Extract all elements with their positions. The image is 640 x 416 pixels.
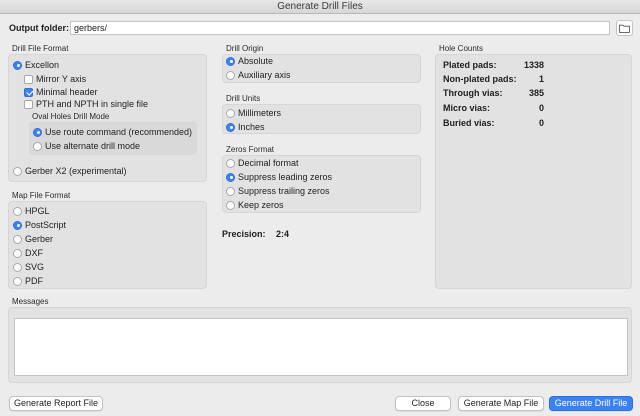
alternate-drill-radio[interactable]: Use alternate drill mode: [33, 140, 140, 152]
drill-units-inches-radio[interactable]: Inches: [226, 121, 265, 133]
checkbox-unchecked-icon: [24, 74, 33, 84]
gerber-x2-radio[interactable]: Gerber X2 (experimental): [13, 165, 127, 177]
radio-unselected-icon: [226, 158, 235, 168]
output-folder-input[interactable]: gerbers/: [70, 21, 610, 35]
generate-report-button[interactable]: Generate Report File: [9, 396, 103, 411]
zeros-decimal-radio[interactable]: Decimal format: [226, 157, 299, 169]
map-format-gerber-radio[interactable]: Gerber: [13, 233, 53, 245]
radio-unselected-icon: [13, 248, 22, 258]
radio-selected-icon: [13, 60, 22, 70]
oval-holes-title: Oval Holes Drill Mode: [32, 112, 110, 121]
radio-unselected-icon: [226, 70, 235, 80]
checkbox-unchecked-icon: [24, 99, 33, 109]
radio-unselected-icon: [33, 141, 42, 151]
hole-counts-title: Hole Counts: [439, 44, 484, 53]
radio-unselected-icon: [226, 200, 235, 210]
hole-count-row: Buried vias: 0: [443, 118, 544, 128]
zeros-keep-radio[interactable]: Keep zeros: [226, 199, 284, 211]
output-folder-label: Output folder:: [9, 23, 69, 33]
zeros-format-title: Zeros Format: [226, 145, 275, 154]
precision-label: Precision:: [222, 229, 266, 239]
hole-count-row: Micro vias: 0: [443, 103, 544, 113]
hole-count-row: Non-plated pads: 1: [443, 74, 544, 84]
map-format-svg-radio[interactable]: SVG: [13, 261, 44, 273]
map-format-postscript-radio[interactable]: PostScript: [13, 219, 66, 231]
generate-map-button[interactable]: Generate Map File: [458, 396, 544, 411]
pth-npth-checkbox[interactable]: PTH and NPTH in single file: [24, 98, 148, 110]
radio-unselected-icon: [13, 262, 22, 272]
radio-unselected-icon: [13, 234, 22, 244]
radio-selected-icon: [33, 127, 42, 137]
precision-value: 2:4: [276, 229, 290, 239]
folder-icon: [619, 24, 630, 33]
generate-drill-button[interactable]: Generate Drill File: [549, 396, 633, 411]
browse-folder-button[interactable]: [616, 20, 633, 36]
drill-file-format-title: Drill File Format: [12, 44, 69, 53]
map-format-hpgl-radio[interactable]: HPGL: [13, 205, 50, 217]
radio-unselected-icon: [13, 206, 22, 216]
route-command-radio[interactable]: Use route command (recommended): [33, 126, 192, 138]
radio-selected-icon: [226, 56, 235, 66]
map-file-format-title: Map File Format: [12, 191, 71, 200]
window-title: Generate Drill Files: [0, 0, 640, 14]
mirror-y-checkbox[interactable]: Mirror Y axis: [24, 73, 86, 85]
map-format-dxf-radio[interactable]: DXF: [13, 247, 43, 259]
excellon-radio[interactable]: Excellon: [13, 59, 59, 71]
zeros-suppress-trailing-radio[interactable]: Suppress trailing zeros: [226, 185, 330, 197]
radio-unselected-icon: [13, 166, 22, 176]
map-format-pdf-radio[interactable]: PDF: [13, 275, 43, 287]
radio-selected-icon: [226, 122, 235, 132]
drill-origin-auxiliary-radio[interactable]: Auxiliary axis: [226, 69, 291, 81]
zeros-suppress-leading-radio[interactable]: Suppress leading zeros: [226, 171, 332, 183]
drill-origin-absolute-radio[interactable]: Absolute: [226, 55, 273, 67]
hole-count-row: Plated pads: 1338: [443, 60, 544, 70]
radio-unselected-icon: [226, 108, 235, 118]
messages-title: Messages: [12, 297, 49, 306]
drill-units-title: Drill Units: [226, 94, 261, 103]
drill-units-millimeters-radio[interactable]: Millimeters: [226, 107, 281, 119]
hole-count-row: Through vias: 385: [443, 88, 544, 98]
radio-selected-icon: [226, 172, 235, 182]
drill-origin-title: Drill Origin: [226, 44, 264, 53]
close-button[interactable]: Close: [395, 396, 451, 411]
radio-unselected-icon: [226, 186, 235, 196]
radio-unselected-icon: [13, 276, 22, 286]
messages-textarea[interactable]: [14, 318, 628, 376]
minimal-header-checkbox[interactable]: Minimal header: [24, 86, 98, 98]
checkbox-checked-icon: [24, 87, 33, 97]
radio-selected-icon: [13, 220, 22, 230]
